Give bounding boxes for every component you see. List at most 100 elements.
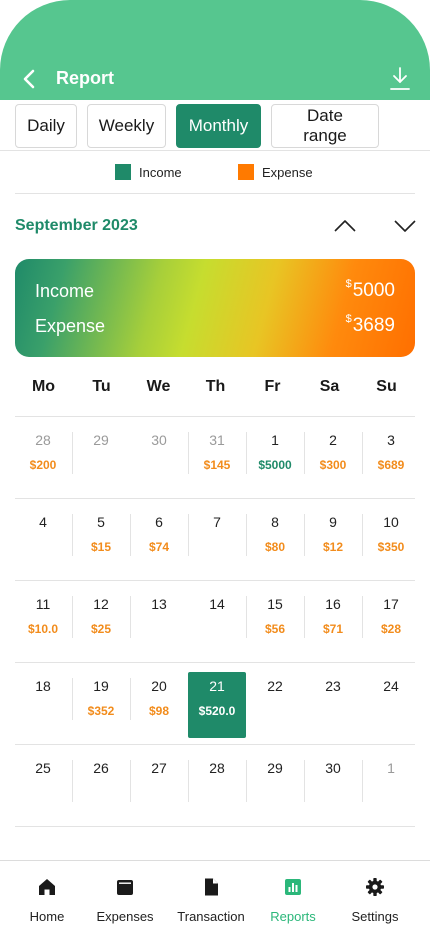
day-number: 29 bbox=[267, 760, 283, 776]
calendar-day[interactable]: 30 bbox=[304, 754, 362, 820]
back-arrow-icon[interactable] bbox=[18, 67, 40, 91]
day-number: 18 bbox=[35, 678, 51, 694]
day-number: 21 bbox=[209, 678, 225, 694]
calendar-day[interactable]: 6 $74 bbox=[130, 508, 188, 574]
summary-income-value: $5000 bbox=[346, 278, 395, 302]
calendar-day[interactable]: 19 $352 bbox=[72, 672, 130, 738]
day-expense-amount: $200 bbox=[29, 458, 57, 472]
day-expense-amount: $15 bbox=[90, 540, 112, 554]
calendar-day[interactable]: 25 bbox=[14, 754, 72, 820]
day-number: 2 bbox=[329, 432, 337, 448]
cell-divider bbox=[246, 760, 247, 802]
nav-label: Reports bbox=[270, 909, 316, 924]
day-number: 11 bbox=[35, 596, 51, 612]
calendar-day[interactable]: 11 $10.0 bbox=[14, 590, 72, 656]
cell-divider bbox=[72, 760, 73, 802]
download-icon[interactable] bbox=[388, 66, 412, 92]
calendar-day[interactable]: 1 $5000 bbox=[246, 426, 304, 492]
calendar-row-divider bbox=[15, 662, 415, 663]
calendar-day[interactable]: 31 $145 bbox=[188, 426, 246, 492]
calendar-day[interactable]: 28 bbox=[188, 754, 246, 820]
calendar-day[interactable]: 30 bbox=[130, 426, 188, 492]
calendar-day[interactable]: 8 $80 bbox=[246, 508, 304, 574]
nav-settings[interactable]: Settings bbox=[332, 875, 418, 924]
calendar-day[interactable]: 15 $56 bbox=[246, 590, 304, 656]
document-icon bbox=[205, 878, 218, 896]
calendar-day[interactable]: 28 $200 bbox=[14, 426, 72, 492]
calendar-day-selected[interactable]: 21 $520.0 bbox=[188, 672, 246, 738]
day-expense-amount: $25 bbox=[90, 622, 112, 636]
nav-transaction[interactable]: Transaction bbox=[168, 875, 254, 924]
cell-divider bbox=[304, 760, 305, 802]
calendar-day[interactable]: 23 bbox=[304, 672, 362, 738]
calendar-day[interactable]: 5 $15 bbox=[72, 508, 130, 574]
day-number: 8 bbox=[271, 514, 279, 530]
chevron-down-icon[interactable] bbox=[393, 216, 417, 236]
day-expense-amount: $10.0 bbox=[27, 622, 59, 636]
expense-swatch bbox=[238, 164, 254, 180]
tab-weekly[interactable]: Weekly bbox=[87, 104, 166, 148]
calendar-day[interactable]: 9 $12 bbox=[304, 508, 362, 574]
weekday-label: We bbox=[146, 378, 171, 395]
day-number: 9 bbox=[329, 514, 337, 530]
chevron-up-icon[interactable] bbox=[333, 216, 357, 236]
calendar-day[interactable]: 13 bbox=[130, 590, 188, 656]
calendar-row-divider bbox=[15, 416, 415, 417]
income-swatch bbox=[115, 164, 131, 180]
calendar-row-divider bbox=[15, 580, 415, 581]
cell-divider bbox=[304, 596, 305, 638]
calendar-day[interactable]: 17 $28 bbox=[362, 590, 420, 656]
day-expense-amount: $520.0 bbox=[198, 704, 236, 718]
weekday-label: Th bbox=[205, 378, 226, 395]
tab-daily[interactable]: Daily bbox=[15, 104, 77, 148]
calendar-day[interactable]: 4 bbox=[14, 508, 72, 574]
day-expense-amount: $352 bbox=[87, 704, 115, 718]
bottom-nav: Home Expenses Transaction Reports Settin… bbox=[0, 860, 430, 932]
cell-divider bbox=[72, 678, 73, 720]
legend-income: Income bbox=[115, 164, 182, 180]
gear-icon bbox=[366, 878, 384, 896]
day-number: 6 bbox=[155, 514, 163, 530]
day-number: 30 bbox=[325, 760, 341, 776]
day-number: 26 bbox=[93, 760, 109, 776]
calendar-day[interactable]: 27 bbox=[130, 754, 188, 820]
day-number: 10 bbox=[383, 514, 399, 530]
nav-home[interactable]: Home bbox=[4, 875, 90, 924]
calendar-day[interactable]: 2 $300 bbox=[304, 426, 362, 492]
report-screen: Report Daily Weekly Monthly Date range I… bbox=[0, 0, 430, 932]
day-number: 29 bbox=[93, 432, 109, 448]
day-income-amount: $5000 bbox=[258, 458, 292, 472]
calendar-day[interactable]: 24 bbox=[362, 672, 420, 738]
nav-reports[interactable]: Reports bbox=[250, 875, 336, 924]
cell-divider bbox=[362, 596, 363, 638]
calendar-day[interactable]: 1 bbox=[362, 754, 420, 820]
month-title: September 2023 bbox=[15, 217, 138, 234]
calendar-day[interactable]: 29 bbox=[246, 754, 304, 820]
calendar-day[interactable]: 3 $689 bbox=[362, 426, 420, 492]
nav-label: Transaction bbox=[177, 909, 245, 924]
calendar-day[interactable]: 14 bbox=[188, 590, 246, 656]
tab-monthly[interactable]: Monthly bbox=[176, 104, 261, 148]
day-number: 28 bbox=[209, 760, 225, 776]
calendar-day[interactable]: 26 bbox=[72, 754, 130, 820]
calendar-day[interactable]: 16 $71 bbox=[304, 590, 362, 656]
day-number: 23 bbox=[325, 678, 341, 694]
weekday-header: Mo Tu We Th Fr Sa Su bbox=[15, 378, 415, 398]
calendar-day[interactable]: 10 $350 bbox=[362, 508, 420, 574]
day-number: 24 bbox=[383, 678, 399, 694]
income-amount: 5000 bbox=[352, 280, 395, 301]
page-title: Report bbox=[56, 68, 114, 88]
calendar-day[interactable]: 7 bbox=[188, 508, 246, 574]
day-number: 12 bbox=[93, 596, 109, 612]
calendar-day[interactable]: 20 $98 bbox=[130, 672, 188, 738]
nav-expenses[interactable]: Expenses bbox=[82, 875, 168, 924]
calendar-day[interactable]: 12 $25 bbox=[72, 590, 130, 656]
calendar-day[interactable]: 18 bbox=[14, 672, 72, 738]
calendar-day[interactable]: 22 bbox=[246, 672, 304, 738]
calendar-day[interactable]: 29 bbox=[72, 426, 130, 492]
day-expense-amount: $689 bbox=[377, 458, 405, 472]
home-icon bbox=[39, 879, 55, 895]
weekday-label: Tu bbox=[92, 378, 111, 395]
tab-date-range[interactable]: Date range bbox=[271, 104, 379, 148]
day-number: 7 bbox=[213, 514, 221, 530]
